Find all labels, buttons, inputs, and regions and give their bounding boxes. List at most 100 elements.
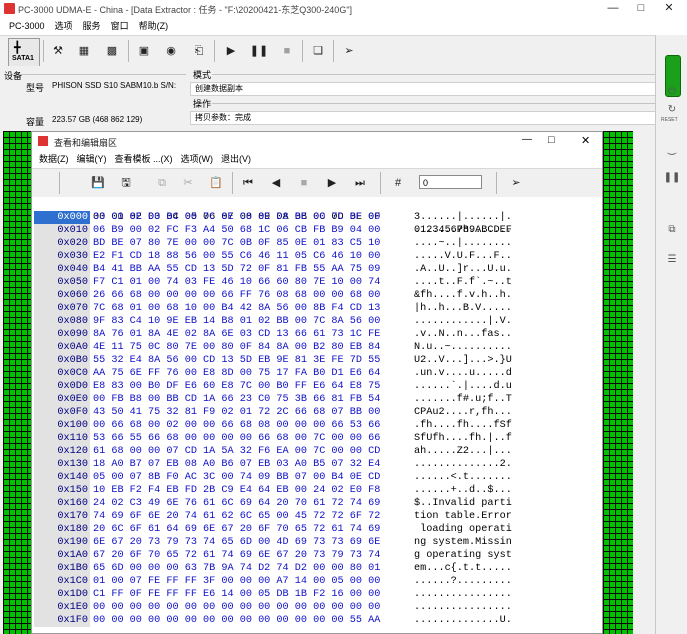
row-ascii[interactable]: ......+..d..$... [414,484,512,497]
row-hex-bytes[interactable]: 26 66 68 00 00 00 00 66 FF 76 08 68 00 0… [93,289,380,302]
row-hex-bytes[interactable]: 18 A0 B7 07 EB 08 A0 B6 07 EB 03 A0 B5 0… [93,458,380,471]
hex-row[interactable]: 0x000 33 C0 8E D0 BC 00 7C 8E C0 8E D8 BE… [32,211,602,224]
row-hex-bytes[interactable]: 24 02 C3 49 6E 76 61 6C 69 64 20 70 61 7… [93,497,380,510]
hex-row[interactable]: 0x0E0 00 FB B8 00 BB CD 1A 66 23 C0 75 3B… [32,393,602,406]
row-ascii[interactable]: .....V.U.F...F.. [414,250,512,263]
hex-row[interactable]: 0x090 8A 76 01 8A 4E 02 8A 6E 03 CD 13 66… [32,328,602,341]
row-ascii[interactable]: N.u..~.......... [414,341,512,354]
row-ascii[interactable]: .un.v....u.....d [414,367,512,380]
first-sector-icon[interactable]: ⏮ [238,173,258,193]
hex-row[interactable]: 0x170 74 69 6F 6E 20 74 61 62 6C 65 00 45… [32,510,602,523]
utility-icon[interactable]: ▦ [74,41,94,61]
row-ascii[interactable]: em...c{.t.t..... [414,562,512,575]
play-icon[interactable]: ▶ [221,41,241,61]
cut-icon[interactable]: ✂ [178,173,198,193]
close-icon[interactable]: ✕ [655,0,683,18]
row-hex-bytes[interactable]: 20 6C 6F 61 64 69 6E 67 20 6F 70 65 72 6… [93,523,380,536]
next-sector-icon[interactable]: ▶ [322,173,342,193]
row-ascii[interactable]: |h..h...B.V..... [414,302,512,315]
row-hex-bytes[interactable]: F7 C1 01 00 74 03 FE 46 10 66 60 80 7E 1… [93,276,380,289]
row-hex-bytes[interactable]: 65 6D 00 00 00 63 7B 9A 74 D2 74 D2 00 0… [93,562,380,575]
row-ascii[interactable]: $..Invalid parti [414,497,512,510]
pause-icon[interactable]: ❚❚ [249,41,269,61]
menu-help[interactable]: 帮助(Z) [134,18,174,35]
row-hex-bytes[interactable]: 43 50 41 75 32 81 F9 02 01 72 2C 66 68 0… [93,406,380,419]
row-ascii[interactable]: .A..U..]r...U.u. [414,263,512,276]
minimize-icon[interactable]: — [599,0,627,18]
settings-side-icon[interactable]: ☰ [662,251,682,269]
offset-input[interactable]: 0 [419,175,482,189]
prev-sector-icon[interactable]: ◀ [266,173,286,193]
menu-view-template[interactable]: 查看模板 ...(X) [111,151,177,167]
row-hex-bytes[interactable]: 00 66 68 00 02 00 00 66 68 08 00 00 00 6… [93,419,380,432]
export-icon[interactable]: ⎗ [189,41,209,61]
menu-pc3000[interactable]: PC-3000 [4,18,50,35]
device-icon[interactable]: ▣ [134,41,154,61]
row-ascii[interactable]: .......Ph....... [414,224,512,237]
row-hex-bytes[interactable]: E2 F1 CD 18 88 56 00 55 C6 46 11 05 C6 4… [93,250,380,263]
exit-icon[interactable]: ➢ [339,41,359,61]
stop-read-icon[interactable]: ■ [294,173,314,193]
row-ascii[interactable]: ......`.|....d.u [414,380,512,393]
row-ascii[interactable]: CPAu2....r,fh... [414,406,512,419]
search-binoculars-icon[interactable]: ◉ [161,41,181,61]
row-ascii[interactable]: &fh....f.v.h..h. [414,289,512,302]
hex-row[interactable]: 0x0B0 55 32 E4 8A 56 00 CD 13 5D EB 9E 81… [32,354,602,367]
hex-row[interactable]: 0x1F0 00 00 00 00 00 00 00 00 00 00 00 00… [32,614,602,627]
power-icon[interactable]: ⏻ [662,83,682,101]
hex-row[interactable]: 0x020 BD BE 07 80 7E 00 00 7C 0B 0F 85 0E… [32,237,602,250]
row-hex-bytes[interactable]: 4E 11 75 0C 80 7E 00 80 0F 84 8A 00 B2 8… [93,341,380,354]
row-ascii[interactable]: loading operati [414,523,512,536]
hex-maximize-icon[interactable]: □ [548,134,555,146]
row-ascii[interactable]: ah.....Z2...|... [414,445,512,458]
row-ascii[interactable]: g operating syst [414,549,512,562]
log-window-icon[interactable]: ❏ [308,41,328,61]
hex-row[interactable]: 0x070 7C 68 01 00 68 10 00 B4 42 8A 56 00… [32,302,602,315]
row-ascii[interactable]: ................ [414,601,512,614]
row-ascii[interactable]: tion table.Error [414,510,512,523]
stop-icon[interactable]: ■ [277,41,297,61]
row-hex-bytes[interactable]: BD BE 07 80 7E 00 00 7C 0B 0F 85 0E 01 8… [93,237,380,250]
menu-options[interactable]: 选项 [50,18,78,35]
tools-icon[interactable]: ⚒ [48,41,68,61]
hex-row[interactable]: 0x040 B4 41 BB AA 55 CD 13 5D 72 0F 81 FB… [32,263,602,276]
power-cycle-icon[interactable]: ⏝ [662,141,682,159]
hex-row[interactable]: 0x190 6E 67 20 73 79 73 74 65 6D 00 4D 69… [32,536,602,549]
row-ascii[interactable]: ......?......... [414,575,512,588]
hex-row[interactable]: 0x100 00 66 68 00 02 00 00 66 68 08 00 00… [32,419,602,432]
hex-row[interactable]: 0x010 06 B9 00 02 FC F3 A4 50 68 1C 06 CB… [32,224,602,237]
hex-row[interactable]: 0x050 F7 C1 01 00 74 03 FE 46 10 66 60 80… [32,276,602,289]
goto-offset-icon[interactable]: # [388,173,408,193]
menu-edit[interactable]: 编辑(Y) [73,151,111,167]
row-hex-bytes[interactable]: 9F 83 C4 10 9E EB 14 B8 01 02 BB 00 7C 8… [93,315,380,328]
row-hex-bytes[interactable]: 00 00 00 00 00 00 00 00 00 00 00 00 00 0… [93,614,380,627]
copy-icon[interactable]: ⧉ [152,173,172,193]
hex-row[interactable]: 0x060 26 66 68 00 00 00 00 66 FF 76 08 68… [32,289,602,302]
hex-row[interactable]: 0x080 9F 83 C4 10 9E EB 14 B8 01 02 BB 00… [32,315,602,328]
row-ascii[interactable]: 3......|......|. [414,211,512,224]
hex-row[interactable]: 0x0D0 E8 83 00 B0 DF E6 60 E8 7C 00 B0 FF… [32,380,602,393]
maximize-icon[interactable]: □ [627,0,655,18]
row-hex-bytes[interactable]: 8A 76 01 8A 4E 02 8A 6E 03 CD 13 66 61 7… [93,328,380,341]
last-sector-icon[interactable]: ⏭ [350,173,370,193]
row-ascii[interactable]: ....t..F.f`.~..t [414,276,512,289]
hex-row[interactable]: 0x1B0 65 6D 00 00 00 63 7B 9A 74 D2 74 D2… [32,562,602,575]
row-ascii[interactable]: SfUfh....fh.|..f [414,432,512,445]
hex-exit-icon[interactable]: ➢ [506,173,526,193]
row-ascii[interactable]: ................ [414,588,512,601]
hex-row[interactable]: 0x150 10 EB F2 F4 EB FD 2B C9 E4 64 EB 00… [32,484,602,497]
row-hex-bytes[interactable]: 55 32 E4 8A 56 00 CD 13 5D EB 9E 81 3E F… [93,354,380,367]
row-hex-bytes[interactable]: C1 FF 0F FE FF FF E6 14 00 05 DB 1B F2 1… [93,588,380,601]
row-ascii[interactable]: ....~..|........ [414,237,512,250]
hex-row[interactable]: 0x140 05 00 07 8B F0 AC 3C 00 74 09 BB 07… [32,471,602,484]
row-ascii[interactable]: ......<.t....... [414,471,512,484]
row-hex-bytes[interactable]: 01 00 07 FE FF FF 3F 00 00 00 A7 14 00 0… [93,575,380,588]
row-hex-bytes[interactable]: 10 EB F2 F4 EB FD 2B C9 E4 64 EB 00 24 0… [93,484,380,497]
row-hex-bytes[interactable]: 06 B9 00 02 FC F3 A4 50 68 1C 06 CB FB B… [93,224,380,237]
hex-row[interactable]: 0x1C0 01 00 07 FE FF FF 3F 00 00 00 A7 14… [32,575,602,588]
row-hex-bytes[interactable]: 67 20 6F 70 65 72 61 74 69 6E 67 20 73 7… [93,549,380,562]
menu-exit[interactable]: 退出(V) [217,151,255,167]
row-hex-bytes[interactable]: 53 66 55 66 68 00 00 00 00 66 68 00 7C 0… [93,432,380,445]
row-ascii[interactable]: .fh....fh....fSf [414,419,512,432]
row-ascii[interactable]: ..............U. [414,614,512,627]
